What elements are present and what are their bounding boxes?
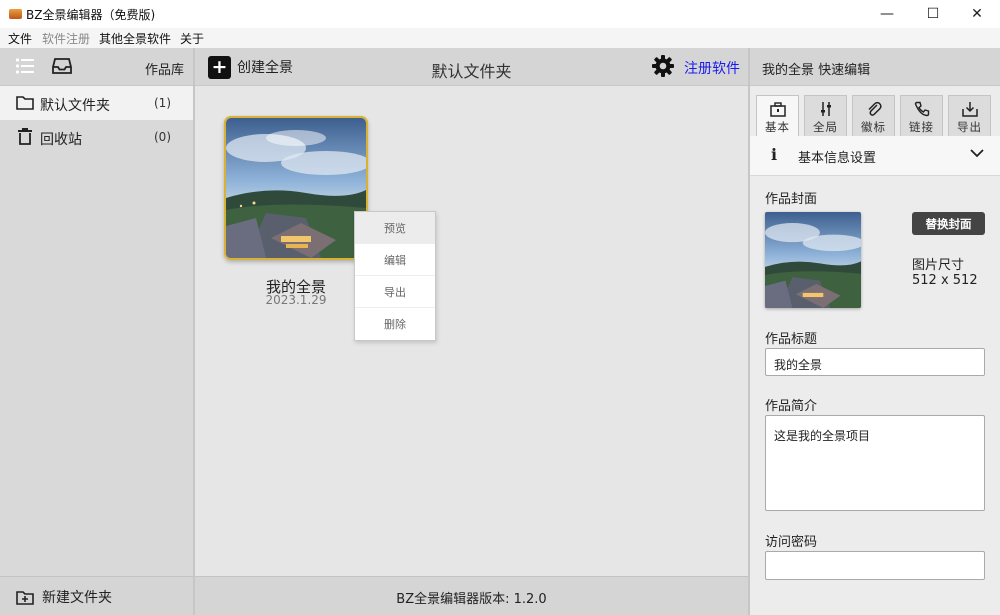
window-title: BZ全景编辑器（免费版) <box>26 8 156 22</box>
tab-label: 导出 <box>957 120 982 134</box>
tab-export[interactable]: 导出 <box>948 95 991 136</box>
folder-count: (1) <box>154 96 171 110</box>
new-folder-label: 新建文件夹 <box>42 590 112 606</box>
paperclip-icon <box>868 101 882 116</box>
project-grid: 我的全景 2023.1.29 预览 编辑 导出 删除 <box>195 86 748 576</box>
title-label: 作品标题 <box>765 332 818 347</box>
inbox-icon[interactable] <box>52 57 72 75</box>
tab-basic[interactable]: 基本 <box>756 95 799 137</box>
tab-label: 链接 <box>909 120 934 134</box>
tab-label: 徽标 <box>861 120 886 134</box>
register-link[interactable]: 注册软件 <box>684 58 740 78</box>
close-button[interactable]: ✕ <box>954 0 1000 28</box>
menu-file[interactable]: 文件 <box>8 30 32 47</box>
image-size-value: 512 x 512 <box>912 273 978 288</box>
replace-cover-button[interactable]: 替换封面 <box>912 212 985 235</box>
maximize-button[interactable]: ☐ <box>910 0 956 28</box>
context-menu: 预览 编辑 导出 删除 <box>354 211 436 341</box>
menu-other-software[interactable]: 其他全景软件 <box>99 30 171 47</box>
description-textarea[interactable]: 这是我的全景项目 <box>765 415 985 511</box>
quick-edit-panel: 基本 全局 徽标 链接 导出 i 基本信息设置 作品封面 替换封面 图片尺寸 5… <box>750 86 1000 615</box>
list-view-icon[interactable] <box>15 57 35 75</box>
new-folder-bar: 新建文件夹 <box>0 576 193 615</box>
folder-add-icon <box>16 590 34 605</box>
briefcase-icon <box>770 102 786 117</box>
trash-icon <box>18 128 32 145</box>
info-icon: i <box>771 145 778 164</box>
folder-count: (0) <box>154 130 171 144</box>
cover-label: 作品封面 <box>765 192 818 207</box>
context-delete[interactable]: 删除 <box>355 308 435 340</box>
title-bar: BZ全景编辑器（免费版) — ☐ ✕ <box>0 0 1000 28</box>
tab-logo[interactable]: 徽标 <box>852 95 895 136</box>
tab-global[interactable]: 全局 <box>804 95 847 136</box>
gear-icon[interactable] <box>651 54 675 78</box>
minimize-button[interactable]: — <box>864 0 910 28</box>
folder-item-recycle-bin[interactable]: 回收站 (0) <box>0 120 193 154</box>
panorama-image <box>226 118 366 258</box>
project-date: 2023.1.29 <box>265 293 327 307</box>
cover-image <box>765 212 861 308</box>
context-export[interactable]: 导出 <box>355 276 435 308</box>
tab-label: 全局 <box>813 120 838 134</box>
version-text: BZ全景编辑器版本: 1.2.0 <box>396 592 547 607</box>
quick-edit-title: 我的全景 快速编辑 <box>762 63 871 78</box>
menu-register[interactable]: 软件注册 <box>42 30 90 47</box>
sliders-icon <box>821 102 831 116</box>
folder-header: + 创建全景 默认文件夹 注册软件 <box>195 48 748 86</box>
context-edit[interactable]: 编辑 <box>355 244 435 276</box>
context-preview[interactable]: 预览 <box>355 212 435 244</box>
project-thumbnail[interactable] <box>224 116 368 260</box>
password-input[interactable] <box>765 551 985 580</box>
password-label: 访问密码 <box>765 535 818 550</box>
folder-list: 默认文件夹 (1) 回收站 (0) <box>0 86 193 576</box>
phone-icon <box>914 101 930 117</box>
folder-item-default[interactable]: 默认文件夹 (1) <box>0 86 193 120</box>
basic-info-section-header[interactable]: i 基本信息设置 <box>750 136 1000 176</box>
tab-label: 基本 <box>765 120 790 134</box>
folder-icon <box>16 96 34 110</box>
folder-label: 回收站 <box>40 132 82 148</box>
panorama-image <box>765 212 861 308</box>
new-folder-button[interactable]: 新建文件夹 <box>16 587 112 607</box>
quick-edit-header: 我的全景 快速编辑 <box>750 48 1000 86</box>
tab-link[interactable]: 链接 <box>900 95 943 136</box>
menu-about[interactable]: 关于 <box>180 30 204 47</box>
section-title: 基本信息设置 <box>798 151 877 166</box>
menu-bar: 文件 软件注册 其他全景软件 关于 <box>0 28 1000 48</box>
title-input[interactable]: 我的全景 <box>765 348 985 376</box>
app-logo-icon <box>9 9 22 19</box>
folder-label: 默认文件夹 <box>40 98 110 114</box>
description-label: 作品简介 <box>765 399 818 414</box>
library-title: 作品库 <box>145 63 185 78</box>
library-header: 作品库 <box>0 48 193 86</box>
status-bar: BZ全景编辑器版本: 1.2.0 <box>195 576 748 615</box>
chevron-down-icon <box>970 149 984 158</box>
download-icon <box>962 102 978 117</box>
image-size-label: 图片尺寸 <box>912 258 965 273</box>
